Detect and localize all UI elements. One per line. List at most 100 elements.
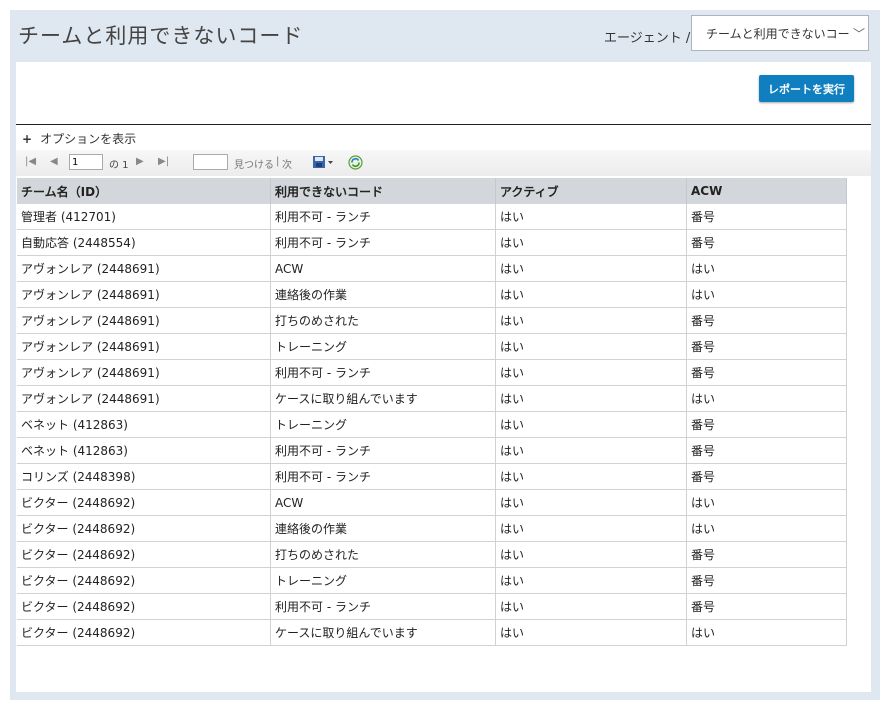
refresh-icon[interactable] — [348, 155, 363, 173]
table-row: ビクター (2448692) ケースに取り組んでいます はい はい — [17, 619, 847, 646]
team-cell: ビクター (2448692) — [17, 541, 271, 568]
acw-cell: 番号 — [686, 307, 847, 334]
show-options-toggle[interactable]: + オプションを表示 — [22, 130, 136, 147]
code-cell: 利用不可 - ランチ — [270, 204, 496, 230]
team-cell: ビクター (2448692) — [17, 515, 271, 542]
last-page-icon[interactable]: ▶| — [158, 156, 169, 167]
code-cell: 利用不可 - ランチ — [270, 437, 496, 464]
code-cell: ケースに取り組んでいます — [270, 385, 496, 412]
acw-cell: 番号 — [686, 359, 847, 386]
column-header-acw: ACW — [686, 178, 847, 204]
active-cell: はい — [495, 593, 687, 620]
active-cell: はい — [495, 463, 687, 490]
table-row: アヴォンレア (2448691) トレーニング はい 番号 — [17, 333, 847, 360]
team-cell: コリンズ (2448398) — [17, 463, 271, 490]
report-select[interactable]: チームと利用できないコード ﹀ — [691, 15, 869, 51]
first-page-icon[interactable]: |◀ — [25, 156, 36, 167]
acw-cell: はい — [686, 515, 847, 542]
breadcrumb-agent[interactable]: エージェント / — [604, 27, 690, 46]
acw-cell: はい — [686, 385, 847, 412]
code-cell: 連絡後の作業 — [270, 515, 496, 542]
team-cell: 自動応答 (2448554) — [17, 229, 271, 256]
report-panel: レポートを実行 + オプションを表示 |◀ ◀ の 1 ▶ ▶| 見つける | 次 — [16, 62, 871, 692]
acw-cell: はい — [686, 255, 847, 282]
active-cell: はい — [495, 411, 687, 438]
acw-cell: 番号 — [686, 463, 847, 490]
find-link[interactable]: 見つける — [234, 156, 274, 171]
code-cell: ACW — [270, 255, 496, 282]
table-row: コリンズ (2448398) 利用不可 - ランチ はい 番号 — [17, 463, 847, 490]
active-cell: はい — [495, 437, 687, 464]
active-cell: はい — [495, 567, 687, 594]
column-header-team: チーム名（ID） — [17, 178, 271, 204]
table-row: 管理者 (412701) 利用不可 - ランチ はい 番号 — [17, 204, 847, 230]
plus-icon: + — [22, 132, 33, 146]
active-cell: はい — [495, 515, 687, 542]
table-row: ビクター (2448692) 連絡後の作業 はい はい — [17, 515, 847, 542]
team-cell: アヴォンレア (2448691) — [17, 281, 271, 308]
separator: | — [276, 156, 280, 167]
next-page-icon[interactable]: ▶ — [136, 156, 144, 167]
team-cell: ベネット (412863) — [17, 411, 271, 438]
table-row: ベネット (412863) 利用不可 - ランチ はい 番号 — [17, 437, 847, 464]
column-header-code: 利用できないコード — [270, 178, 496, 204]
team-cell: アヴォンレア (2448691) — [17, 255, 271, 282]
active-cell: はい — [495, 281, 687, 308]
team-cell: アヴォンレア (2448691) — [17, 385, 271, 412]
team-cell: アヴォンレア (2448691) — [17, 333, 271, 360]
code-cell: 利用不可 - ランチ — [270, 359, 496, 386]
report-toolbar: |◀ ◀ の 1 ▶ ▶| 見つける | 次 — [16, 150, 871, 176]
active-cell: はい — [495, 229, 687, 256]
active-cell: はい — [495, 255, 687, 282]
prev-page-icon[interactable]: ◀ — [50, 156, 58, 167]
acw-cell: 番号 — [686, 541, 847, 568]
table-row: ビクター (2448692) 利用不可 - ランチ はい 番号 — [17, 593, 847, 620]
code-cell: 利用不可 - ランチ — [270, 463, 496, 490]
active-cell: はい — [495, 359, 687, 386]
page-of-label: の 1 — [109, 160, 129, 171]
acw-cell: 番号 — [686, 411, 847, 438]
table-row: ビクター (2448692) ACW はい はい — [17, 489, 847, 516]
acw-cell: 番号 — [686, 567, 847, 594]
team-cell: ビクター (2448692) — [17, 619, 271, 646]
run-report-button[interactable]: レポートを実行 — [759, 75, 854, 102]
table-row: アヴォンレア (2448691) ACW はい はい — [17, 255, 847, 282]
code-cell: トレーニング — [270, 333, 496, 360]
table-row: アヴォンレア (2448691) 連絡後の作業 はい はい — [17, 281, 847, 308]
acw-cell: はい — [686, 619, 847, 646]
table-row: ビクター (2448692) 打ちのめされた はい 番号 — [17, 541, 847, 568]
active-cell: はい — [495, 489, 687, 516]
code-cell: 連絡後の作業 — [270, 281, 496, 308]
code-cell: ACW — [270, 489, 496, 516]
active-cell: はい — [495, 541, 687, 568]
table-row: アヴォンレア (2448691) 打ちのめされた はい 番号 — [17, 307, 847, 334]
code-cell: 打ちのめされた — [270, 541, 496, 568]
team-cell: ベネット (412863) — [17, 437, 271, 464]
table-row: アヴォンレア (2448691) 利用不可 - ランチ はい 番号 — [17, 359, 847, 386]
active-cell: はい — [495, 333, 687, 360]
code-cell: トレーニング — [270, 411, 496, 438]
team-cell: ビクター (2448692) — [17, 489, 271, 516]
acw-cell: 番号 — [686, 333, 847, 360]
code-cell: トレーニング — [270, 567, 496, 594]
page-number-input[interactable] — [69, 154, 103, 170]
acw-cell: はい — [686, 489, 847, 516]
table-row: 自動応答 (2448554) 利用不可 - ランチ はい 番号 — [17, 229, 847, 256]
find-input[interactable] — [193, 154, 228, 170]
acw-cell: はい — [686, 281, 847, 308]
team-cell: 管理者 (412701) — [17, 204, 271, 230]
report-table: チーム名（ID） 利用できないコード アクティブ ACW 管理者 (412701… — [17, 178, 847, 646]
team-cell: ビクター (2448692) — [17, 593, 271, 620]
acw-cell: 番号 — [686, 229, 847, 256]
code-cell: 利用不可 - ランチ — [270, 229, 496, 256]
divider — [16, 124, 871, 125]
acw-cell: 番号 — [686, 204, 847, 230]
code-cell: ケースに取り組んでいます — [270, 619, 496, 646]
acw-cell: 番号 — [686, 437, 847, 464]
team-cell: アヴォンレア (2448691) — [17, 359, 271, 386]
next-link[interactable]: 次 — [282, 156, 292, 171]
export-icon[interactable] — [312, 154, 334, 173]
options-label: オプションを表示 — [40, 132, 137, 146]
table-row: アヴォンレア (2448691) ケースに取り組んでいます はい はい — [17, 385, 847, 412]
report-select-value: チームと利用できないコード — [706, 26, 850, 41]
